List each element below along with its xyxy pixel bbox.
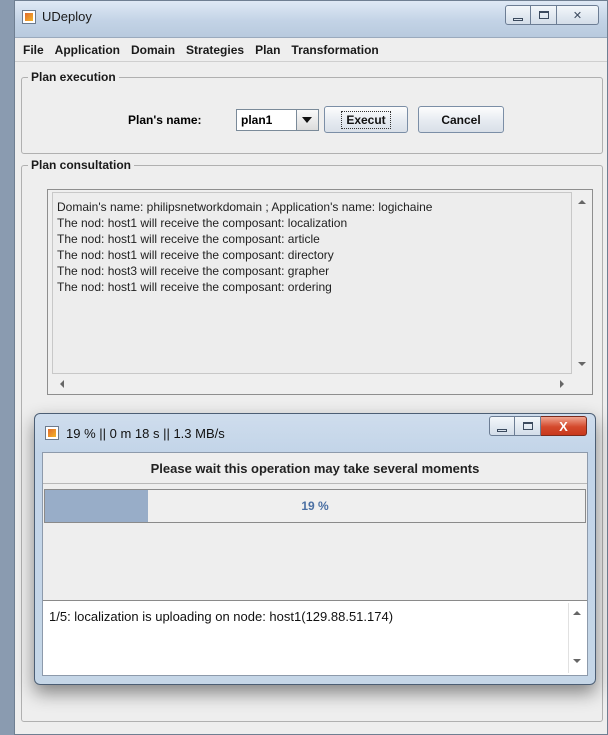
menu-domain[interactable]: Domain: [126, 43, 181, 57]
plan-execution-group: Plan execution Plan's name: plan1 Execut…: [21, 70, 603, 154]
window-controls: ✕: [505, 5, 599, 27]
menu-plan[interactable]: Plan: [250, 43, 286, 57]
menu-transformation[interactable]: Transformation: [286, 43, 384, 57]
execute-button[interactable]: Execut: [324, 106, 408, 133]
plan-execution-row: Plan's name: plan1 Execut Cancel: [22, 106, 602, 134]
scroll-up-icon[interactable]: [578, 200, 586, 204]
progress-message: Please wait this operation may take seve…: [43, 453, 587, 484]
java-cup-icon: [22, 10, 36, 24]
cancel-button-label: Cancel: [441, 112, 481, 127]
plan-consultation-legend: Plan consultation: [28, 158, 135, 172]
plan-execution-legend: Plan execution: [28, 70, 119, 84]
progress-dialog-body: Please wait this operation may take seve…: [42, 452, 588, 676]
java-cup-icon: [45, 426, 59, 440]
scroll-up-icon[interactable]: [573, 611, 581, 615]
close-button[interactable]: ✕: [557, 5, 599, 25]
title-bar[interactable]: UDeploy ✕: [15, 1, 607, 38]
consultation-line: The nod: host1 will receive the composan…: [57, 280, 332, 294]
close-icon: ✕: [572, 9, 583, 22]
horizontal-scrollbar[interactable]: [52, 376, 572, 392]
progress-dialog: 19 % || 0 m 18 s || 1.3 MB/s X Please wa…: [34, 413, 596, 685]
menu-strategies[interactable]: Strategies: [181, 43, 250, 57]
consultation-line: The nod: host1 will receive the composan…: [57, 232, 320, 246]
plan-name-value: plan1: [241, 113, 273, 127]
close-icon: X: [559, 418, 568, 434]
window-title: UDeploy: [42, 9, 92, 24]
dialog-maximize-button[interactable]: [515, 416, 541, 436]
plan-name-combobox[interactable]: plan1: [236, 109, 319, 131]
minimize-icon: [497, 428, 507, 432]
maximize-icon: [522, 422, 533, 430]
cancel-button[interactable]: Cancel: [418, 106, 504, 133]
scroll-left-icon[interactable]: [60, 380, 64, 388]
execute-button-label: Execut: [341, 110, 391, 129]
progress-dialog-title: 19 % || 0 m 18 s || 1.3 MB/s: [66, 426, 225, 441]
consultation-line: The nod: host1 will receive the composan…: [57, 248, 334, 262]
dialog-window-controls: X: [489, 416, 587, 438]
upload-log-line: 1/5: localization is uploading on node: …: [49, 609, 394, 624]
scroll-right-icon[interactable]: [560, 380, 564, 388]
upload-log-textarea[interactable]: 1/5: localization is uploading on node: …: [43, 600, 587, 675]
menu-file[interactable]: File: [18, 43, 50, 57]
consultation-line: The nod: host3 will receive the composan…: [57, 264, 330, 278]
menu-bar: File Application Domain Strategies Plan …: [15, 39, 607, 62]
chevron-down-icon[interactable]: [296, 110, 318, 130]
plan-consultation-textarea[interactable]: Domain's name: philipsnetworkdomain ; Ap…: [52, 192, 572, 374]
plan-consultation-scrollpane: Domain's name: philipsnetworkdomain ; Ap…: [47, 189, 593, 395]
upload-progress-bar: 19 %: [44, 489, 586, 523]
maximize-icon: [538, 11, 549, 19]
minimize-button[interactable]: [505, 5, 531, 25]
minimize-icon: [513, 17, 523, 21]
progress-percent-text: 19 %: [301, 499, 329, 513]
vertical-scrollbar[interactable]: [574, 192, 590, 374]
dialog-minimize-button[interactable]: [489, 416, 515, 436]
log-vertical-scrollbar[interactable]: [568, 603, 585, 673]
consultation-line: The nod: host1 will receive the composan…: [57, 216, 348, 230]
maximize-button[interactable]: [531, 5, 557, 25]
dialog-close-button[interactable]: X: [541, 416, 587, 436]
plan-name-label: Plan's name:: [128, 113, 202, 127]
scroll-down-icon[interactable]: [578, 362, 586, 366]
consultation-line: Domain's name: philipsnetworkdomain ; Ap…: [57, 200, 433, 214]
scroll-down-icon[interactable]: [573, 659, 581, 663]
menu-application[interactable]: Application: [50, 43, 126, 57]
